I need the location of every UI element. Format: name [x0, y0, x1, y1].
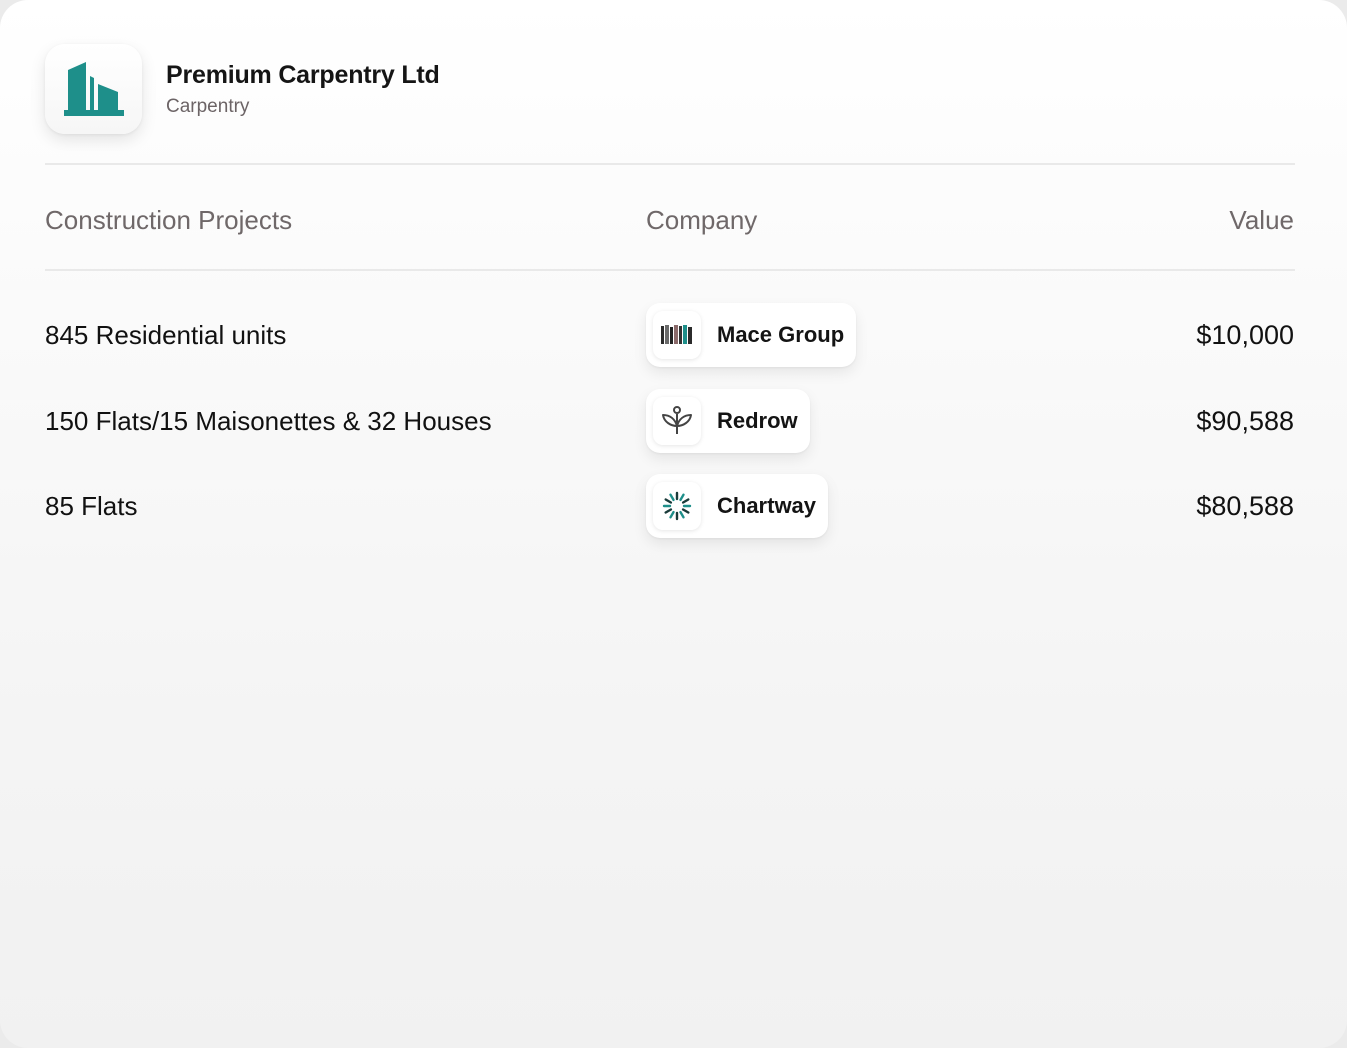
company-chip-redrow[interactable]: Redrow — [646, 389, 810, 453]
project-name: 150 Flats/15 Maisonettes & 32 Houses — [45, 406, 492, 436]
project-value: $80,588 — [1196, 491, 1294, 521]
book-stack-icon — [661, 325, 692, 344]
company-name: Chartway — [717, 493, 817, 518]
building-icon — [63, 62, 124, 116]
project-value: $10,000 — [1196, 320, 1294, 350]
company-logo-tile — [45, 44, 142, 134]
column-header-company: Company — [646, 205, 758, 235]
sprout-icon — [662, 406, 692, 434]
radial-burst-icon — [662, 491, 692, 521]
company-name: Redrow — [717, 408, 798, 433]
column-header-projects: Construction Projects — [45, 205, 293, 235]
company-chip-mace-group[interactable]: Mace Group — [646, 303, 857, 367]
project-name: 845 Residential units — [45, 320, 287, 350]
company-name: Premium Carpentry Ltd — [166, 61, 440, 89]
table-row: 85 Flats Chartway $80,588 — [0, 474, 1347, 538]
company-chip-chartway[interactable]: Chartway — [646, 474, 829, 538]
company-card: Premium Carpentry Ltd Carpentry Construc… — [0, 0, 1347, 1048]
table-header-divider — [45, 269, 1295, 271]
table-row: 150 Flats/15 Maisonettes & 32 Houses Red… — [0, 389, 1347, 453]
header-divider — [45, 163, 1295, 165]
company-header: Premium Carpentry Ltd Carpentry — [45, 44, 440, 134]
table-row: 845 Residential units Mace Group $10,000 — [0, 303, 1347, 367]
project-value: $90,588 — [1196, 406, 1294, 436]
project-name: 85 Flats — [45, 491, 138, 521]
company-name: Mace Group — [717, 322, 845, 347]
column-header-value: Value — [1229, 205, 1294, 235]
company-category: Carpentry — [166, 96, 250, 117]
